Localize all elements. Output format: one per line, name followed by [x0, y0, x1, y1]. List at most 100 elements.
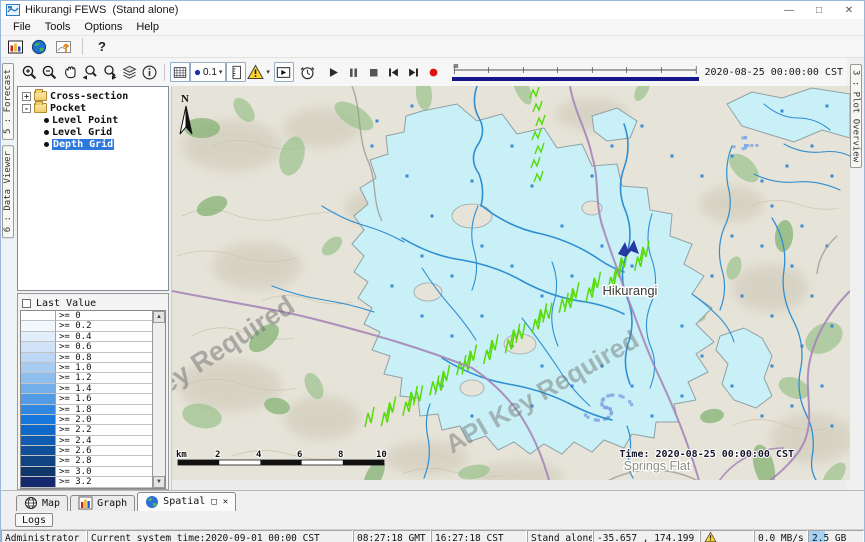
menu-file[interactable]: File [6, 20, 38, 34]
tab-plot-overview[interactable]: 3 : Plot Overview [850, 64, 862, 168]
loaded-period-bar [452, 77, 699, 81]
legend-row[interactable]: >= 0.8 [21, 353, 152, 363]
status-warning[interactable] [700, 530, 754, 542]
tab-close-icon[interactable]: ✕ [223, 497, 228, 507]
status-user: Administrator [1, 530, 87, 542]
ruler-icon[interactable] [226, 62, 246, 82]
tree-node-depth-grid[interactable]: Depth Grid [18, 138, 168, 150]
scroll-down-icon[interactable]: ▼ [153, 476, 165, 488]
menu-help[interactable]: Help [129, 20, 166, 34]
current-time-label: 2020-08-25 00:00:00 CST [705, 67, 843, 78]
legend-scrollbar[interactable]: ▲ ▼ [152, 311, 165, 488]
legend-row[interactable]: >= 1.0 [21, 363, 152, 373]
tab-forecast[interactable]: 5 : Forecast [2, 63, 14, 140]
record-icon[interactable] [424, 62, 444, 82]
legend-swatch [21, 363, 55, 373]
explorer-icon[interactable] [5, 37, 25, 57]
legend-row[interactable]: >= 2.0 [21, 415, 152, 425]
window-title: Hikurangi FEWS (Stand alone) [25, 4, 178, 16]
legend-row[interactable]: >= 3.0 [21, 467, 152, 477]
maximize-button[interactable]: □ [804, 1, 834, 19]
toolbar-separator [164, 64, 165, 81]
folder-icon [34, 103, 47, 113]
legend-row[interactable]: >= 2.4 [21, 436, 152, 446]
zoom-previous-icon[interactable] [79, 62, 99, 82]
zoom-in-icon[interactable] [19, 62, 39, 82]
stop-icon[interactable] [364, 62, 384, 82]
skip-to-start-icon[interactable] [384, 62, 404, 82]
zoom-out-icon[interactable] [39, 62, 59, 82]
pause-icon[interactable] [344, 62, 364, 82]
legend-row[interactable]: >= 0.6 [21, 342, 152, 352]
legend-row[interactable]: >= 2.2 [21, 425, 152, 435]
legend-label: >= 2.4 [55, 436, 152, 446]
timer-icon[interactable] [298, 62, 318, 82]
tree-node-level-grid[interactable]: Level Grid [18, 126, 168, 138]
legend-list: >= 0 >= 0.2 >= 0.4 >= 0.6 [21, 311, 152, 488]
skip-to-end-icon[interactable] [404, 62, 424, 82]
legend-label: >= 2.2 [55, 425, 152, 435]
legend-row[interactable]: >= 0 [21, 311, 152, 321]
expander-icon[interactable]: + [22, 92, 31, 101]
svg-text:10: 10 [376, 450, 387, 460]
time-slider[interactable] [452, 63, 699, 81]
legend-swatch [21, 353, 55, 363]
filter-tree: + Cross-section - Pocket Level Point [17, 86, 169, 291]
expander-icon[interactable]: - [22, 104, 31, 113]
menu-options[interactable]: Options [77, 20, 129, 34]
status-system-time: Current system time:2020-09-01 00:00 CST [87, 530, 353, 542]
legend-row[interactable]: >= 1.8 [21, 405, 152, 415]
legend-row[interactable]: >= 1.2 [21, 373, 152, 383]
tab-spatial[interactable]: Spatial □ ✕ [137, 492, 236, 511]
menu-tools[interactable]: Tools [38, 20, 78, 34]
tab-map[interactable]: Map [16, 495, 68, 511]
tree-node-pocket[interactable]: - Pocket [18, 102, 168, 114]
status-bandwidth: 0.0 MB/s [754, 530, 808, 542]
warning-icon[interactable] [246, 62, 266, 82]
last-value-checkbox[interactable] [22, 299, 31, 308]
map-canvas[interactable]: API Key Required API Key Required Hikura… [172, 86, 850, 480]
help-icon[interactable]: ? [92, 39, 112, 54]
legend-label: >= 1.4 [55, 384, 152, 394]
status-memory: 2.5 GB [808, 530, 864, 542]
contour-scale-combo[interactable]: 0.1▾ [190, 62, 226, 82]
legend-swatch [21, 332, 55, 342]
tree-node-level-point[interactable]: Level Point [18, 114, 168, 126]
dot-icon [194, 69, 201, 76]
legend-row[interactable]: >= 3.2 [21, 477, 152, 487]
layers-icon[interactable] [119, 62, 139, 82]
svg-text:2: 2 [215, 450, 220, 460]
pan-hand-icon[interactable] [59, 62, 79, 82]
grid-display-icon[interactable] [170, 62, 190, 82]
logs-tab[interactable]: Logs [15, 513, 53, 527]
bar-chart-icon [78, 496, 93, 510]
warning-dropdown-icon[interactable]: ▾ [266, 68, 270, 76]
legend-row[interactable]: >= 1.6 [21, 394, 152, 404]
info-icon[interactable] [139, 62, 159, 82]
status-gmt-time: 08:27:18 GMT [353, 530, 431, 542]
legend-row[interactable]: >= 0.4 [21, 332, 152, 342]
legend-row[interactable]: >= 1.4 [21, 384, 152, 394]
tab-maximize-icon[interactable]: □ [211, 497, 216, 507]
globe-icon[interactable] [29, 37, 49, 57]
warning-icon [704, 531, 717, 542]
scroll-up-icon[interactable]: ▲ [153, 311, 165, 323]
zoom-next-icon[interactable] [99, 62, 119, 82]
spatial-display-icon[interactable] [53, 37, 73, 57]
close-button[interactable]: ✕ [834, 1, 864, 19]
tab-graph[interactable]: Graph [70, 495, 135, 511]
place-label: Springs Flat [624, 459, 691, 473]
legend-row[interactable]: >= 2.8 [21, 456, 152, 466]
movie-player-icon[interactable] [274, 62, 294, 82]
status-bar: Administrator Current system time:2020-0… [1, 529, 864, 542]
bullet-icon [44, 130, 49, 135]
minimize-button[interactable]: — [774, 1, 804, 19]
play-icon[interactable] [324, 62, 344, 82]
legend-label: >= 1.6 [55, 394, 152, 404]
legend-row[interactable]: >= 2.6 [21, 446, 152, 456]
toolbar-separator [82, 38, 83, 55]
legend-label: >= 0.2 [55, 321, 152, 331]
legend-row[interactable]: >= 0.2 [21, 321, 152, 331]
tab-data-viewer[interactable]: 6 : Data Viewer [2, 145, 14, 238]
legend-label: >= 1.0 [55, 363, 152, 373]
